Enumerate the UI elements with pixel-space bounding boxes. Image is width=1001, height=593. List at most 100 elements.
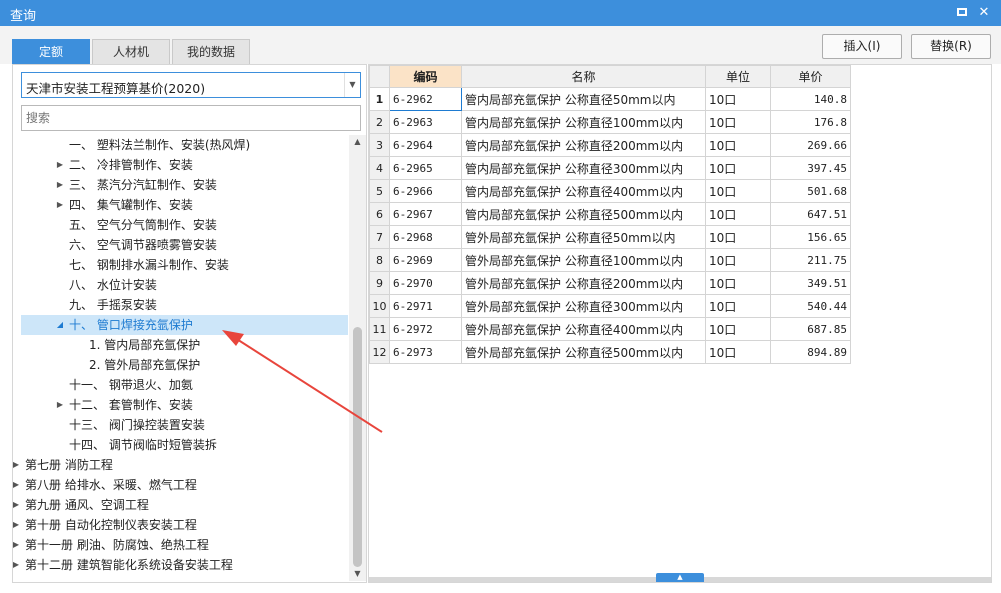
row-number[interactable]: 11 xyxy=(369,317,390,341)
cell-name[interactable]: 管内局部充氩保护 公称直径200mm以内 xyxy=(461,133,706,157)
tree-item[interactable]: ▶ 第十一册 刷油、防腐蚀、绝热工程 xyxy=(13,535,349,555)
tree-collapsed-icon[interactable]: ▶ xyxy=(13,475,21,495)
cell-unit[interactable]: 10口 xyxy=(705,225,771,249)
cell-price[interactable]: 156.65 xyxy=(770,225,851,249)
cell-name[interactable]: 管外局部充氩保护 公称直径50mm以内 xyxy=(461,225,706,249)
cell-name[interactable]: 管内局部充氩保护 公称直径500mm以内 xyxy=(461,202,706,226)
cell-code[interactable]: 6-2965 xyxy=(389,156,462,180)
cell-code[interactable]: 6-2972 xyxy=(389,317,462,341)
scroll-up-icon[interactable]: ▲ xyxy=(349,135,366,149)
search-box[interactable] xyxy=(21,105,361,131)
row-number[interactable]: 3 xyxy=(369,133,390,157)
row-number[interactable]: 6 xyxy=(369,202,390,226)
tree-item[interactable]: 八、 水位计安装 xyxy=(13,275,349,295)
cell-name[interactable]: 管外局部充氩保护 公称直径300mm以内 xyxy=(461,294,706,318)
chevron-down-icon[interactable]: ▼ xyxy=(344,73,360,97)
search-input[interactable] xyxy=(26,107,356,129)
tree-item[interactable]: 2. 管外局部充氩保护 xyxy=(13,355,349,375)
cell-price[interactable]: 211.75 xyxy=(770,248,851,272)
tree-collapsed-icon[interactable]: ▶ xyxy=(13,515,21,535)
cell-name[interactable]: 管外局部充氩保护 公称直径100mm以内 xyxy=(461,248,706,272)
cell-code[interactable]: 6-2968 xyxy=(389,225,462,249)
table-row[interactable]: 12 6-2973 管外局部充氩保护 公称直径500mm以内 10口 894.89 xyxy=(369,340,851,364)
scroll-down-icon[interactable]: ▼ xyxy=(349,567,366,581)
cell-unit[interactable]: 10口 xyxy=(705,248,771,272)
tree-item[interactable]: 七、 钢制排水漏斗制作、安装 xyxy=(13,255,349,275)
cell-name[interactable]: 管内局部充氩保护 公称直径100mm以内 xyxy=(461,110,706,134)
table-row[interactable]: 8 6-2969 管外局部充氩保护 公称直径100mm以内 10口 211.75 xyxy=(369,248,851,272)
tree-item[interactable]: ▶ 第十册 自动化控制仪表安装工程 xyxy=(13,515,349,535)
row-number[interactable]: 8 xyxy=(369,248,390,272)
tree-item[interactable]: ▶ 四、 集气罐制作、安装 xyxy=(13,195,349,215)
splitter-grip-icon[interactable]: ▲ xyxy=(656,573,704,582)
cell-price[interactable]: 894.89 xyxy=(770,340,851,364)
library-select[interactable]: 天津市安装工程预算基价(2020) ▼ xyxy=(21,72,361,98)
cell-price[interactable]: 687.85 xyxy=(770,317,851,341)
tree-item[interactable]: 十三、 阀门操控装置安装 xyxy=(13,415,349,435)
cell-unit[interactable]: 10口 xyxy=(705,133,771,157)
cell-code[interactable]: 6-2962 xyxy=(389,87,462,111)
cell-code[interactable]: 6-2969 xyxy=(389,248,462,272)
cell-unit[interactable]: 10口 xyxy=(705,156,771,180)
replace-button[interactable]: 替换(R) xyxy=(911,34,991,59)
cell-name[interactable]: 管外局部充氩保护 公称直径200mm以内 xyxy=(461,271,706,295)
insert-button[interactable]: 插入(I) xyxy=(822,34,902,59)
table-row[interactable]: 7 6-2968 管外局部充氩保护 公称直径50mm以内 10口 156.65 xyxy=(369,225,851,249)
row-number[interactable]: 10 xyxy=(369,294,390,318)
tree-item[interactable]: 十一、 钢带退火、加氨 xyxy=(13,375,349,395)
tree-collapsed-icon[interactable]: ▶ xyxy=(13,455,21,475)
row-number[interactable]: 7 xyxy=(369,225,390,249)
tab-quota[interactable]: 定额 xyxy=(12,39,90,64)
tree-item[interactable]: ▶ 二、 冷排管制作、安装 xyxy=(13,155,349,175)
tree-item[interactable]: ▶ 三、 蒸汽分汽缸制作、安装 xyxy=(13,175,349,195)
tree-item[interactable]: ▶ 第九册 通风、空调工程 xyxy=(13,495,349,515)
tree-collapsed-icon[interactable]: ▶ xyxy=(13,555,21,575)
cell-price[interactable]: 397.45 xyxy=(770,156,851,180)
cell-unit[interactable]: 10口 xyxy=(705,87,771,111)
tree-item[interactable]: ▶ 第十二册 建筑智能化系统设备安装工程 xyxy=(13,555,349,575)
tree-collapsed-icon[interactable]: ▶ xyxy=(13,495,21,515)
cell-price[interactable]: 349.51 xyxy=(770,271,851,295)
cell-price[interactable]: 176.8 xyxy=(770,110,851,134)
tree-item[interactable]: ◢ 十、 管口焊接充氩保护 xyxy=(21,315,348,335)
tree-collapsed-icon[interactable]: ▶ xyxy=(55,395,65,415)
cell-unit[interactable]: 10口 xyxy=(705,340,771,364)
table-row[interactable]: 6 6-2967 管内局部充氩保护 公称直径500mm以内 10口 647.51 xyxy=(369,202,851,226)
tree-item[interactable]: 十四、 调节阀临时短管装拆 xyxy=(13,435,349,455)
table-row[interactable]: 9 6-2970 管外局部充氩保护 公称直径200mm以内 10口 349.51 xyxy=(369,271,851,295)
cell-unit[interactable]: 10口 xyxy=(705,317,771,341)
tree-item[interactable]: 六、 空气调节器喷雾管安装 xyxy=(13,235,349,255)
horizontal-splitter[interactable]: ▲ xyxy=(369,573,991,582)
tree-item[interactable]: ▶ 第七册 消防工程 xyxy=(13,455,349,475)
table-row[interactable]: 4 6-2965 管内局部充氩保护 公称直径300mm以内 10口 397.45 xyxy=(369,156,851,180)
column-header-code[interactable]: 编码 xyxy=(389,65,462,88)
tree-collapsed-icon[interactable]: ▶ xyxy=(13,535,21,555)
cell-name[interactable]: 管外局部充氩保护 公称直径400mm以内 xyxy=(461,317,706,341)
scrollbar-thumb[interactable] xyxy=(353,327,362,567)
cell-name[interactable]: 管内局部充氩保护 公称直径50mm以内 xyxy=(461,87,706,111)
table-row[interactable]: 2 6-2963 管内局部充氩保护 公称直径100mm以内 10口 176.8 xyxy=(369,110,851,134)
tree-item[interactable]: 九、 手摇泵安装 xyxy=(13,295,349,315)
column-header-unit[interactable]: 单位 xyxy=(705,65,771,88)
row-number[interactable]: 1 xyxy=(369,87,390,111)
cell-code[interactable]: 6-2967 xyxy=(389,202,462,226)
tab-labor-material-machine[interactable]: 人材机 xyxy=(92,39,170,64)
tree-item[interactable]: 一、 塑料法兰制作、安装(热风焊) xyxy=(13,135,349,155)
cell-unit[interactable]: 10口 xyxy=(705,179,771,203)
maximize-button[interactable] xyxy=(952,3,972,23)
cell-name[interactable]: 管内局部充氩保护 公称直径300mm以内 xyxy=(461,156,706,180)
tree-expanded-icon[interactable]: ◢ xyxy=(55,315,65,335)
row-number[interactable]: 9 xyxy=(369,271,390,295)
cell-price[interactable]: 269.66 xyxy=(770,133,851,157)
cell-unit[interactable]: 10口 xyxy=(705,294,771,318)
cell-code[interactable]: 6-2973 xyxy=(389,340,462,364)
table-row[interactable]: 3 6-2964 管内局部充氩保护 公称直径200mm以内 10口 269.66 xyxy=(369,133,851,157)
tree-item[interactable]: ▶ 第八册 给排水、采暖、燃气工程 xyxy=(13,475,349,495)
cell-unit[interactable]: 10口 xyxy=(705,110,771,134)
row-number[interactable]: 12 xyxy=(369,340,390,364)
column-header-price[interactable]: 单价 xyxy=(770,65,851,88)
cell-price[interactable]: 647.51 xyxy=(770,202,851,226)
tree-collapsed-icon[interactable]: ▶ xyxy=(55,155,65,175)
cell-name[interactable]: 管内局部充氩保护 公称直径400mm以内 xyxy=(461,179,706,203)
table-row[interactable]: 5 6-2966 管内局部充氩保护 公称直径400mm以内 10口 501.68 xyxy=(369,179,851,203)
